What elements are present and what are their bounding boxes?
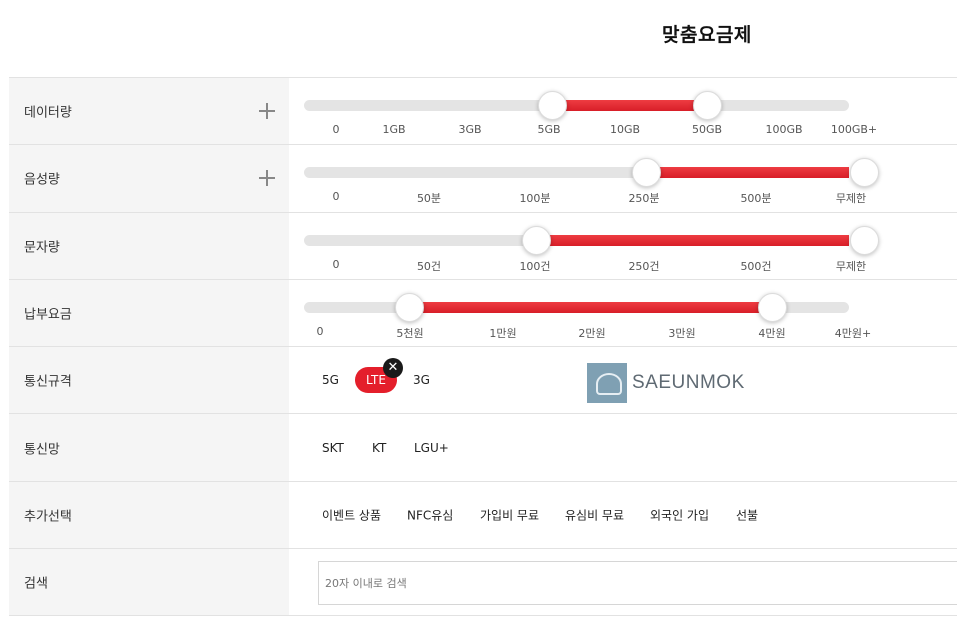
option-5g[interactable]: 5G (322, 373, 339, 387)
tick-label: 0 (332, 190, 340, 204)
fee-slider: 0 5천원 1만원 2만원 3만원 4만원 4만원+ (304, 280, 871, 346)
slider-fill (553, 100, 707, 111)
tick-label: 3만원 (668, 326, 696, 340)
data-slider: 0 1GB 3GB 5GB 10GB 50GB 100GB 100GB+ (304, 78, 877, 144)
tick-label: 4만원 (758, 326, 786, 340)
option-foreigner[interactable]: 외국인 가입 (650, 506, 709, 523)
row-label-fee: 납부요금 (24, 307, 72, 323)
filter-row-voice: 음성량 0 50분 100분 250분 500분 무제한 (9, 145, 957, 213)
watermark-logo-icon (587, 363, 627, 403)
row-label-cell: 문자량 (9, 212, 289, 279)
tick-label: 250건 (628, 259, 660, 273)
option-prepaid[interactable]: 선불 (736, 506, 758, 523)
tick-label: 0 (332, 257, 340, 271)
slider-min-thumb[interactable] (632, 158, 661, 188)
plus-icon[interactable] (259, 170, 275, 187)
row-label-cell: 납부요금 (9, 279, 289, 347)
slider-min-thumb[interactable] (395, 292, 424, 322)
option-3g[interactable]: 3G (413, 373, 430, 387)
row-label-network: 통신망 (24, 442, 60, 458)
watermark: SAEUNMOK (587, 363, 745, 403)
option-skt[interactable]: SKT (322, 441, 344, 455)
slider-fill (410, 301, 773, 313)
tick-label: 1만원 (489, 326, 517, 340)
row-label-extras: 추가선택 (24, 509, 72, 525)
row-label-cell: 검색 (9, 549, 289, 616)
tick-label: 500분 (740, 192, 772, 206)
option-no-usim-fee[interactable]: 유심비 무료 (565, 506, 624, 523)
tick-label: 5GB (537, 123, 561, 136)
tick-label: 50분 (416, 192, 442, 206)
row-label-cell: 추가선택 (9, 481, 289, 549)
row-label-cell: 통신규격 (9, 347, 289, 414)
filter-row-data: 데이터량 0 1GB 3GB 5GB 10GB 50GB 100GB 100GB… (9, 78, 957, 146)
close-icon[interactable]: ✕ (383, 358, 403, 379)
row-label-search: 검색 (24, 576, 48, 592)
tick-label: 5천원 (396, 326, 424, 340)
tick-label: 500건 (740, 259, 772, 273)
option-nfc[interactable]: NFC유심 (407, 506, 453, 523)
slider-min-thumb[interactable] (522, 225, 551, 255)
slider-min-thumb[interactable] (538, 91, 567, 120)
tick-label: 100건 (519, 259, 551, 273)
filter-table: 데이터량 0 1GB 3GB 5GB 10GB 50GB 100GB 100GB… (9, 77, 957, 617)
tick-label: 무제한 (835, 259, 867, 273)
slider-fill (537, 234, 849, 246)
filter-row-standard: 통신규격 5G LTE ✕ 3G (9, 347, 957, 415)
tick-label: 50건 (416, 259, 442, 273)
option-lgu[interactable]: LGU+ (414, 441, 449, 455)
filter-row-search: 검색 (9, 549, 957, 617)
row-label-cell: 음성량 (9, 145, 289, 212)
tick-label: 10GB (609, 123, 641, 136)
slider-max-thumb[interactable] (850, 225, 879, 255)
slider-max-thumb[interactable] (693, 91, 722, 120)
row-label-cell: 통신망 (9, 414, 289, 481)
plus-icon[interactable] (259, 103, 275, 120)
filter-row-network: 통신망 SKT KT LGU+ (9, 414, 957, 482)
page-title: 맞춤요금제 (662, 24, 752, 46)
tick-label: 무제한 (835, 192, 867, 206)
tick-label: 0 (332, 123, 340, 136)
option-no-join-fee[interactable]: 가입비 무료 (480, 506, 539, 523)
tick-label: 100GB+ (830, 123, 878, 136)
option-kt[interactable]: KT (372, 441, 386, 455)
tick-label: 100GB (765, 123, 803, 136)
option-event[interactable]: 이벤트 상품 (322, 506, 381, 523)
search-input[interactable] (318, 561, 957, 606)
tick-label: 4만원+ (834, 326, 872, 340)
tick-label: 2만원 (578, 326, 606, 340)
filter-row-fee: 납부요금 0 5천원 1만원 2만원 3만원 4만원 4만원+ (9, 279, 957, 348)
tick-label: 1GB (382, 123, 406, 136)
tick-label: 3GB (458, 123, 482, 136)
tick-label: 50GB (691, 123, 723, 136)
tick-label: 100분 (519, 192, 551, 206)
filter-row-extras: 추가선택 이벤트 상품 NFC유심 가입비 무료 유심비 무료 외국인 가입 선… (9, 481, 957, 550)
row-label-voice: 음성량 (24, 172, 60, 188)
slider-fill (646, 167, 849, 179)
slider-max-thumb[interactable] (850, 158, 879, 188)
tick-label: 0 (316, 324, 324, 338)
sms-slider: 0 50건 100건 250건 500건 무제한 (304, 213, 879, 279)
filter-row-sms: 문자량 0 50건 100건 250건 500건 무제한 (9, 212, 957, 280)
row-label-cell: 데이터량 (9, 78, 289, 145)
row-label-standard: 통신규격 (24, 374, 72, 390)
voice-slider: 0 50분 100분 250분 500분 무제한 (304, 145, 879, 211)
tick-label: 250분 (628, 192, 660, 206)
watermark-text: SAEUNMOK (632, 372, 745, 393)
slider-max-thumb[interactable] (758, 292, 787, 322)
row-label-sms: 문자량 (24, 240, 60, 256)
row-label-data: 데이터량 (24, 105, 72, 121)
